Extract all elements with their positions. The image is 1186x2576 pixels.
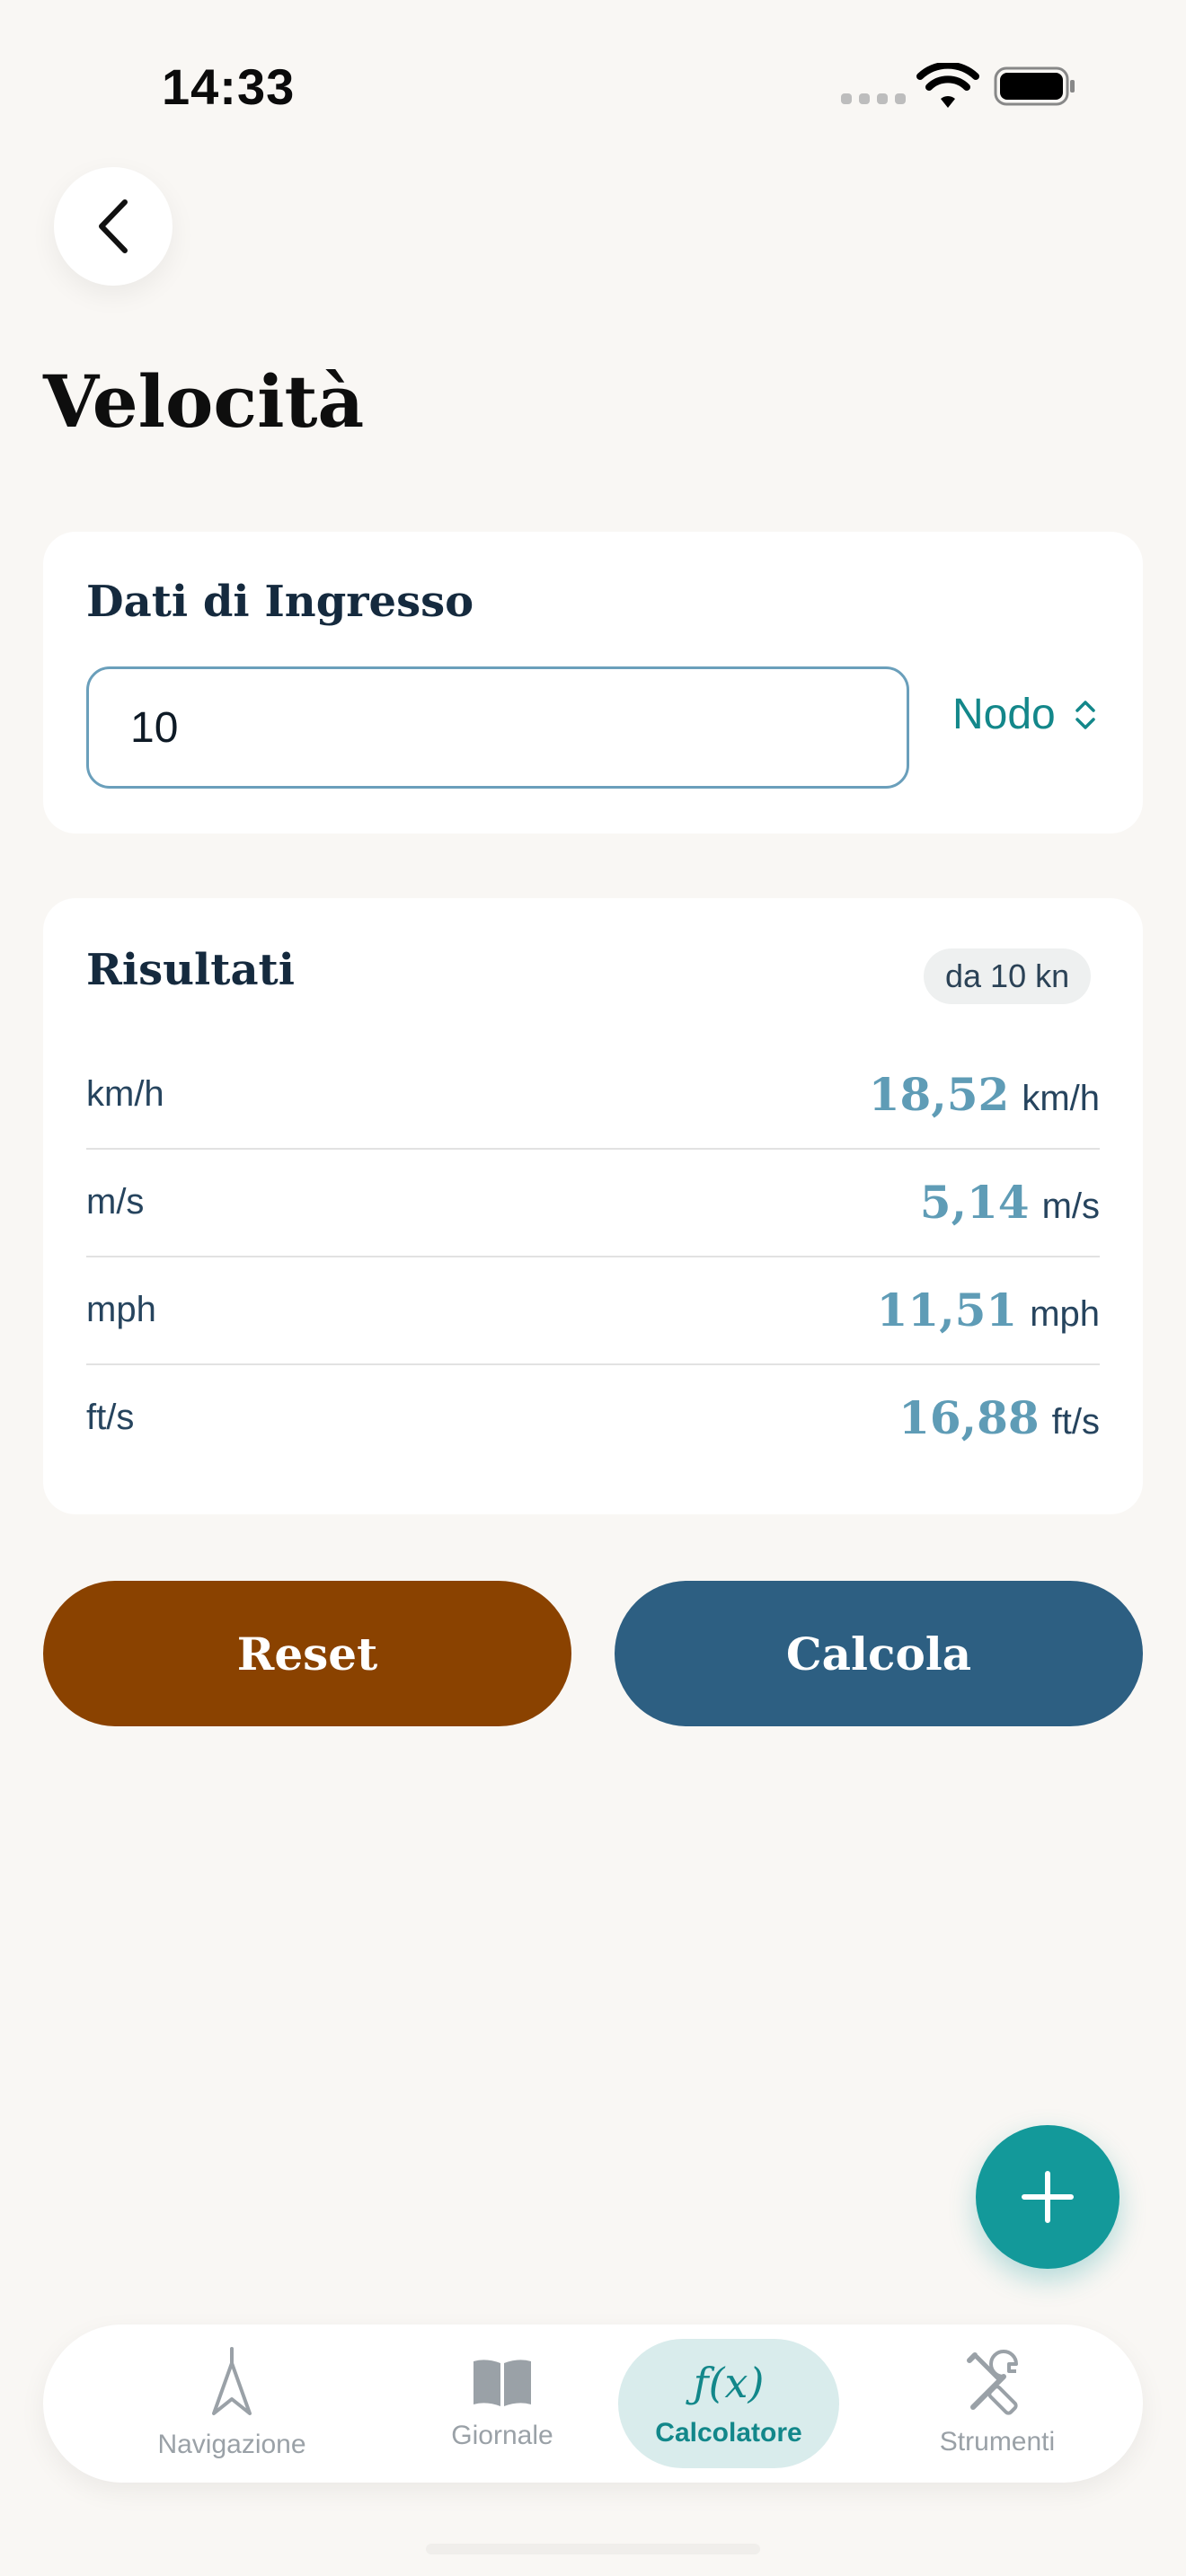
result-value: 16,88 — [898, 1390, 1040, 1444]
result-value: 18,52 — [868, 1067, 1010, 1121]
tools-icon — [967, 2350, 1018, 2415]
back-button[interactable] — [54, 167, 173, 286]
book-icon — [474, 2360, 531, 2406]
tab-label: Strumenti — [939, 2427, 1056, 2457]
speed-input[interactable]: 10 — [86, 666, 909, 789]
result-label: ft/s — [86, 1397, 135, 1437]
unit-selector[interactable]: Nodo — [952, 690, 1097, 739]
add-button[interactable] — [976, 2125, 1120, 2269]
plus-icon — [1022, 2171, 1074, 2223]
chevron-up-down-icon — [1075, 700, 1095, 729]
result-value: 11,51 — [876, 1283, 1018, 1337]
cellular-signal-icon — [841, 93, 906, 104]
result-unit: ft/s — [1051, 1401, 1100, 1442]
result-row: m/s 5,14 m/s — [86, 1148, 1100, 1257]
wifi-icon — [916, 63, 979, 108]
results-title: Risultati — [86, 945, 295, 995]
result-value: 5,14 — [919, 1175, 1030, 1229]
status-time: 14:33 — [162, 58, 296, 115]
battery-icon — [994, 66, 1075, 106]
tab-label: Calcolatore — [655, 2418, 802, 2448]
tab-navigazione[interactable]: Navigazione — [119, 2325, 344, 2483]
source-badge: da 10 kn — [924, 948, 1092, 1004]
result-unit: km/h — [1022, 1078, 1100, 1118]
calculate-button[interactable]: Calcola — [615, 1581, 1143, 1726]
result-unit: mph — [1030, 1293, 1100, 1334]
input-card-title: Dati di Ingresso — [86, 577, 474, 627]
tab-strumenti[interactable]: Strumenti — [885, 2325, 1110, 2483]
tab-giornale[interactable]: Giornale — [390, 2325, 615, 2483]
result-row: ft/s 16,88 ft/s — [86, 1363, 1100, 1471]
result-label: mph — [86, 1289, 156, 1329]
tab-label: Navigazione — [157, 2430, 306, 2459]
reset-button[interactable]: Reset — [43, 1581, 571, 1726]
result-row: km/h 18,52 km/h — [86, 1040, 1100, 1150]
results-card: Risultati da 10 kn km/h 18,52 km/h m/s 5,… — [43, 898, 1143, 1514]
result-row: mph 11,51 mph — [86, 1256, 1100, 1365]
page-title: Velocità — [43, 359, 365, 444]
input-card: Dati di Ingresso 10 Nodo — [43, 532, 1143, 834]
home-indicator — [426, 2544, 760, 2554]
result-label: m/s — [86, 1181, 145, 1222]
function-icon: ƒ(x) — [693, 2359, 765, 2407]
tab-label: Giornale — [451, 2421, 553, 2450]
chevron-left-icon — [99, 199, 128, 253]
tab-calcolatore[interactable]: ƒ(x) Calcolatore — [616, 2325, 841, 2483]
compass-arrow-icon — [212, 2347, 252, 2415]
result-unit: m/s — [1041, 1186, 1100, 1226]
unit-selector-label: Nodo — [952, 691, 1056, 738]
result-label: km/h — [86, 1073, 164, 1114]
tab-bar: Navigazione Giornale ƒ(x) Calcolatore St… — [43, 2325, 1143, 2483]
